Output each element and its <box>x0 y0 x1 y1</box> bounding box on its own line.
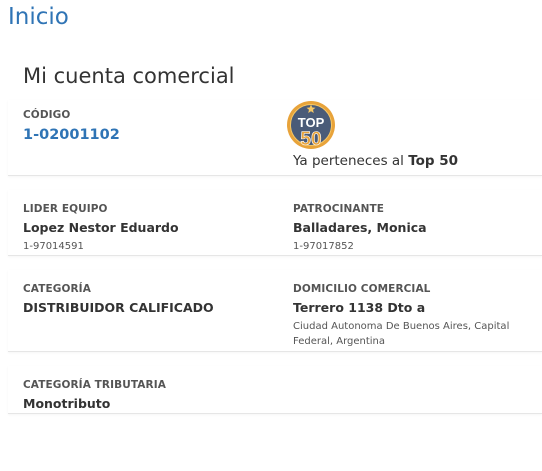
account-code-card: CÓDIGO 1-02001102 <box>8 100 542 176</box>
sponsor-code: 1-97017852 <box>293 241 354 252</box>
top50-bold: Top 50 <box>408 153 459 169</box>
address-label: DOMICILIO COMERCIAL <box>293 283 431 295</box>
badge-number-text: 50 <box>300 129 321 150</box>
category-section: CATEGORÍA DISTRIBUIDOR CALIFICADO <box>23 283 214 315</box>
leader-label: LIDER EQUIPO <box>23 203 108 215</box>
category-label: CATEGORÍA <box>23 283 91 295</box>
tax-value: Monotributo <box>23 396 111 411</box>
tax-label: CATEGORÍA TRIBUTARIA <box>23 379 166 391</box>
top50-message: Ya perteneces al Top 50 <box>293 153 458 169</box>
code-value[interactable]: 1-02001102 <box>23 127 120 143</box>
address-street: Terrero 1138 Dto a <box>293 300 426 315</box>
tax-card: CATEGORÍA TRIBUTARIA Monotributo <box>8 366 542 414</box>
address-section: DOMICILIO COMERCIAL Terrero 1138 Dto a C… <box>293 283 533 349</box>
account-title: Mi cuenta comercial <box>23 64 235 88</box>
sponsor-section: PATROCINANTE Balladares, Monica 1-970178… <box>293 203 427 254</box>
top50-prefix: Ya perteneces al <box>293 153 409 169</box>
tax-section: CATEGORÍA TRIBUTARIA Monotributo <box>23 379 166 411</box>
category-value: DISTRIBUIDOR CALIFICADO <box>23 300 214 315</box>
sponsor-label: PATROCINANTE <box>293 203 385 215</box>
top50-badge-icon: TOP 50 <box>287 101 335 150</box>
account-code-section: CÓDIGO 1-02001102 <box>23 109 120 143</box>
leader-section: LIDER EQUIPO Lopez Nestor Eduardo 1-9701… <box>23 203 179 254</box>
category-card: CATEGORÍA DISTRIBUIDOR CALIFICADO DOMICI… <box>8 270 542 352</box>
address-city: Ciudad Autonoma De Buenos Aires, Capital… <box>293 321 510 347</box>
leader-name: Lopez Nestor Eduardo <box>23 220 179 235</box>
code-label: CÓDIGO <box>23 109 71 121</box>
page-title: Inicio <box>8 4 69 30</box>
sponsor-name: Balladares, Monica <box>293 220 427 235</box>
team-card: LIDER EQUIPO Lopez Nestor Eduardo 1-9701… <box>8 190 542 256</box>
badge-top-text: TOP <box>298 115 325 130</box>
leader-code: 1-97014591 <box>23 241 84 252</box>
